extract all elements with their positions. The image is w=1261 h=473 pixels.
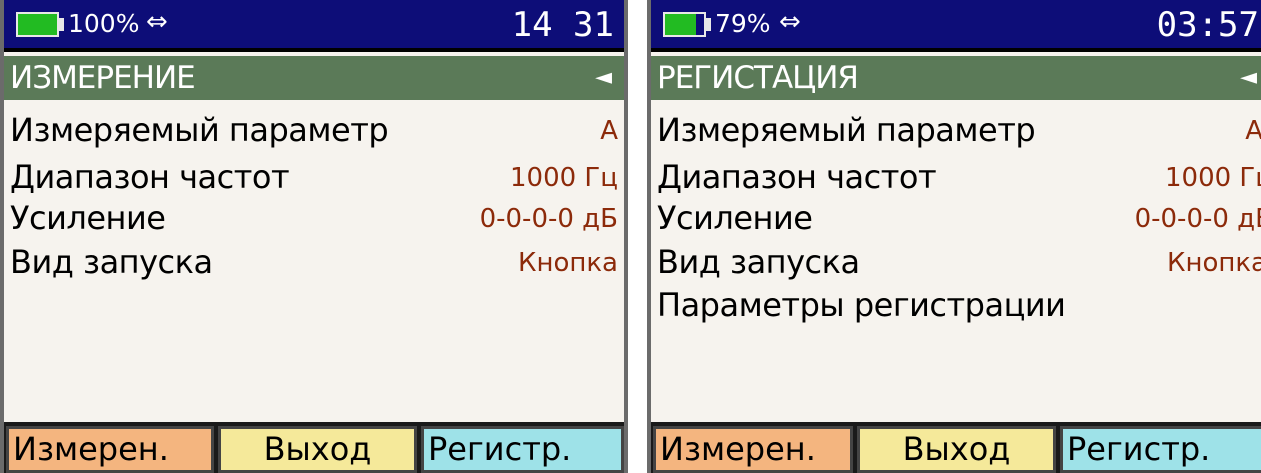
menu-title-bar[interactable]: ИЗМЕРЕНИЕ ◄: [4, 56, 624, 100]
device-screen-registration: 79% ⇔ 03:57 РЕГИСТАЦИЯ ◄ Измеряемый пара…: [647, 0, 1261, 473]
measure-button[interactable]: Измерен.: [6, 426, 214, 473]
register-button-label: Регистр.: [428, 430, 572, 468]
register-button[interactable]: Регистр.: [1060, 426, 1261, 473]
battery-percent: 79%: [715, 9, 771, 38]
measure-button-label: Измерен.: [660, 430, 816, 468]
menu-item-label: Параметры регистрации: [657, 286, 1066, 324]
menu-item-label: Вид запуска: [657, 243, 860, 281]
menu-item-value: 0-0-0-0 дБ: [1134, 204, 1261, 234]
register-button[interactable]: Регистр.: [421, 426, 624, 473]
menu-item-trigger-mode[interactable]: Вид запуска Кнопка: [655, 240, 1261, 284]
softkey-bar: Измерен. Выход Регистр.: [4, 422, 624, 473]
exit-button-label: Выход: [263, 430, 372, 468]
device-screen-measurement: 100% ⇔ 14 31 ИЗМЕРЕНИЕ ◄ Измеряемый пара…: [0, 0, 628, 473]
usb-icon: ⇔: [779, 7, 801, 37]
menu-title-bar[interactable]: РЕГИСТАЦИЯ ◄: [651, 56, 1261, 100]
menu-item-label: Вид запуска: [10, 243, 213, 281]
back-arrow-icon[interactable]: ◄: [1240, 65, 1257, 91]
menu-item-label: Усиление: [10, 199, 166, 237]
menu-item-label: Диапазон частот: [657, 158, 937, 196]
back-arrow-icon[interactable]: ◄: [595, 65, 612, 91]
softkey-bar: Измерен. Выход Регистр.: [651, 422, 1261, 473]
menu-item-value: A: [600, 116, 618, 146]
battery-icon: [663, 12, 706, 37]
menu-item-label: Измеряемый параметр: [657, 111, 1036, 149]
exit-button[interactable]: Выход: [857, 426, 1056, 473]
menu-item-parameter[interactable]: Измеряемый параметр A: [655, 108, 1261, 152]
status-bar: 100% ⇔ 14 31: [4, 0, 624, 52]
menu-item-label: Диапазон частот: [10, 158, 290, 196]
menu-item-gain[interactable]: Усиление 0-0-0-0 дБ: [655, 196, 1261, 240]
menu-item-value: Кнопка: [517, 248, 618, 278]
menu-item-value: 1000 Гц: [510, 163, 618, 193]
menu-item-value: Кнопка: [1166, 248, 1261, 278]
clock: 03:57: [1156, 5, 1259, 45]
status-bar: 79% ⇔ 03:57: [651, 0, 1261, 52]
clock: 14 31: [511, 5, 614, 45]
battery-tip: [59, 18, 64, 31]
menu-item-value: 1000 Гц: [1165, 163, 1261, 193]
menu-item-label: Усиление: [657, 199, 813, 237]
menu-item-value: 0-0-0-0 дБ: [479, 204, 618, 234]
page-title: ИЗМЕРЕНИЕ: [10, 60, 196, 96]
menu-item-value: A: [1245, 114, 1261, 148]
usb-icon: ⇔: [146, 7, 168, 37]
measure-button-label: Измерен.: [13, 430, 169, 468]
menu-item-frequency-range[interactable]: Диапазон частот 1000 Гц: [655, 155, 1261, 199]
battery-icon: [16, 12, 59, 37]
menu-item-parameter[interactable]: Измеряемый параметр A: [8, 108, 618, 152]
menu-item-registration-params[interactable]: Параметры регистрации: [655, 283, 1255, 327]
battery-percent: 100%: [68, 9, 140, 38]
menu-item-trigger-mode[interactable]: Вид запуска Кнопка: [8, 240, 618, 284]
register-button-label: Регистр.: [1067, 430, 1211, 468]
menu-item-gain[interactable]: Усиление 0-0-0-0 дБ: [8, 196, 618, 240]
menu-item-frequency-range[interactable]: Диапазон частот 1000 Гц: [8, 155, 618, 199]
measure-button[interactable]: Измерен.: [653, 426, 853, 473]
exit-button[interactable]: Выход: [218, 426, 417, 473]
page-title: РЕГИСТАЦИЯ: [657, 60, 859, 96]
battery-tip: [706, 18, 711, 31]
menu-item-label: Измеряемый параметр: [10, 111, 389, 149]
exit-button-label: Выход: [902, 430, 1011, 468]
